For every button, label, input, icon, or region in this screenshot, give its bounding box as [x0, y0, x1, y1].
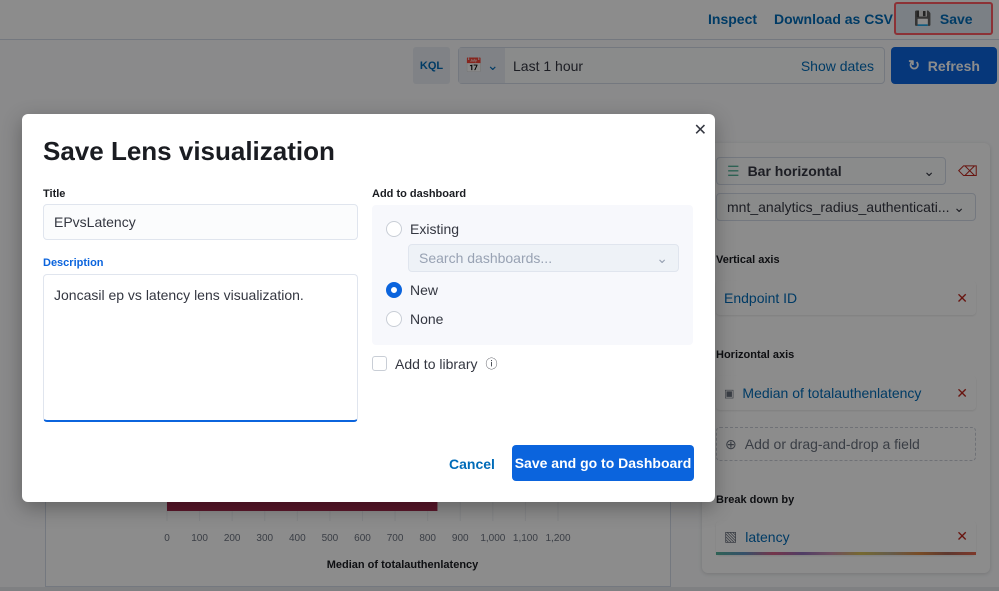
- save-button[interactable]: 💾 Save: [894, 2, 993, 35]
- close-icon[interactable]: ✕: [694, 120, 707, 140]
- x-tick-label: 1,100: [513, 533, 538, 544]
- radio-none[interactable]: None: [386, 311, 443, 327]
- horizontal-axis-heading: Horizontal axis: [716, 349, 795, 361]
- x-tick-label: 500: [322, 533, 339, 544]
- x-tick-label: 1,200: [545, 533, 570, 544]
- dimension-label: latency: [745, 528, 790, 545]
- modal-title: Save Lens visualization: [43, 136, 335, 166]
- date-picker[interactable]: 📅 ⌄ Last 1 hour Show dates: [458, 47, 885, 84]
- radio-existing[interactable]: Existing: [386, 221, 459, 237]
- x-tick-label: 800: [419, 533, 436, 544]
- x-tick-label: 400: [289, 533, 306, 544]
- breakdown-dimension[interactable]: ▧ latency ✕: [716, 521, 976, 555]
- title-input[interactable]: EPvsLatency: [43, 204, 358, 240]
- description-textarea[interactable]: Joncasil ep vs latency lens visualizatio…: [43, 274, 358, 422]
- radio-button[interactable]: [386, 311, 402, 327]
- calendar-icon[interactable]: 📅 ⌄: [459, 48, 505, 83]
- radio-new[interactable]: New: [386, 282, 438, 298]
- breakdown-heading: Break down by: [716, 494, 795, 506]
- chevron-down-icon: ⌄: [486, 57, 499, 73]
- radio-button[interactable]: [386, 221, 402, 237]
- vertical-axis-dimension[interactable]: Endpoint ID ✕: [716, 281, 976, 315]
- remove-icon[interactable]: ✕: [956, 290, 968, 307]
- refresh-icon: ↻: [908, 57, 920, 73]
- vertical-axis-heading: Vertical axis: [716, 254, 780, 266]
- query-language-button[interactable]: KQL: [413, 47, 450, 84]
- radio-label: New: [410, 282, 439, 298]
- chart-type-label: Bar horizontal: [747, 163, 842, 179]
- time-range[interactable]: Last 1 hour: [513, 58, 801, 74]
- x-tick-label: 200: [224, 533, 241, 544]
- download-csv-link[interactable]: Download as CSV: [774, 11, 893, 27]
- chevron-down-icon: ⌄: [656, 250, 668, 266]
- remove-icon[interactable]: ✕: [956, 385, 968, 402]
- radio-label: None: [410, 311, 444, 327]
- checkbox-label: Add to library: [395, 355, 478, 372]
- palette-icon: ▧: [724, 528, 738, 544]
- inspect-link[interactable]: Inspect: [708, 11, 757, 27]
- chart-type-select[interactable]: ☰ Bar horizontal ⌄: [716, 157, 946, 185]
- chevron-down-icon: ⌄: [923, 162, 935, 179]
- radio-button[interactable]: [386, 282, 402, 298]
- show-dates-link[interactable]: Show dates: [801, 58, 874, 74]
- clear-layer-icon[interactable]: ⌫: [958, 163, 978, 180]
- metric-icon: ▣: [724, 387, 735, 400]
- x-tick-label: 700: [387, 533, 404, 544]
- dashboard-label: Add to dashboard: [372, 188, 467, 200]
- dimension-label: Endpoint ID: [724, 290, 798, 306]
- info-icon[interactable]: ⓘ: [485, 355, 497, 372]
- dashboard-search[interactable]: Search dashboards... ⌄: [408, 244, 679, 272]
- x-tick-label: 1,000: [480, 533, 505, 544]
- refresh-button[interactable]: ↻ Refresh: [891, 47, 997, 84]
- save-modal: ✕ Save Lens visualization Title EPvsLate…: [22, 114, 715, 502]
- save-and-go-button[interactable]: Save and go to Dashboard: [512, 445, 694, 481]
- config-panel: ☰ Bar horizontal ⌄ ⌫ mnt_analytics_radiu…: [702, 143, 990, 573]
- add-field-button[interactable]: ⊕ Add or drag-and-drop a field: [716, 427, 976, 461]
- bar-horizontal-icon: ☰: [727, 162, 740, 179]
- description-text: Joncasil ep vs latency lens visualizatio…: [54, 287, 304, 303]
- add-to-library-checkbox[interactable]: Add to library ⓘ: [372, 355, 498, 372]
- remove-icon[interactable]: ✕: [956, 528, 968, 545]
- checkbox[interactable]: [372, 356, 387, 371]
- description-label: Description: [43, 257, 104, 269]
- x-tick-label: 600: [354, 533, 371, 544]
- data-view-select[interactable]: mnt_analytics_radius_authenticati... ⌄: [716, 193, 976, 221]
- x-tick-label: 100: [191, 533, 208, 544]
- x-tick-label: 0: [164, 533, 170, 544]
- plus-circle-icon: ⊕: [725, 435, 737, 452]
- radio-label: Existing: [410, 221, 460, 237]
- save-label: Save: [939, 10, 973, 27]
- x-tick-label: 300: [256, 533, 273, 544]
- chevron-down-icon: ⌄: [953, 198, 965, 215]
- x-tick-label: 900: [452, 533, 469, 544]
- cancel-button[interactable]: Cancel: [449, 456, 495, 472]
- dimension-label: Median of totalauthenlatency: [742, 385, 922, 401]
- save-icon: 💾: [914, 10, 932, 26]
- data-view-label: mnt_analytics_radius_authenticati...: [727, 199, 950, 215]
- refresh-label: Refresh: [927, 57, 980, 74]
- horizontal-axis-dimension[interactable]: ▣ Median of totalauthenlatency ✕: [716, 376, 976, 410]
- search-placeholder: Search dashboards...: [419, 250, 553, 266]
- add-field-label: Add or drag-and-drop a field: [744, 436, 920, 452]
- dashboard-options: Existing Search dashboards... ⌄ New None: [372, 205, 693, 345]
- x-axis-label: Median of totalauthenlatency: [327, 559, 479, 571]
- title-label: Title: [43, 188, 66, 200]
